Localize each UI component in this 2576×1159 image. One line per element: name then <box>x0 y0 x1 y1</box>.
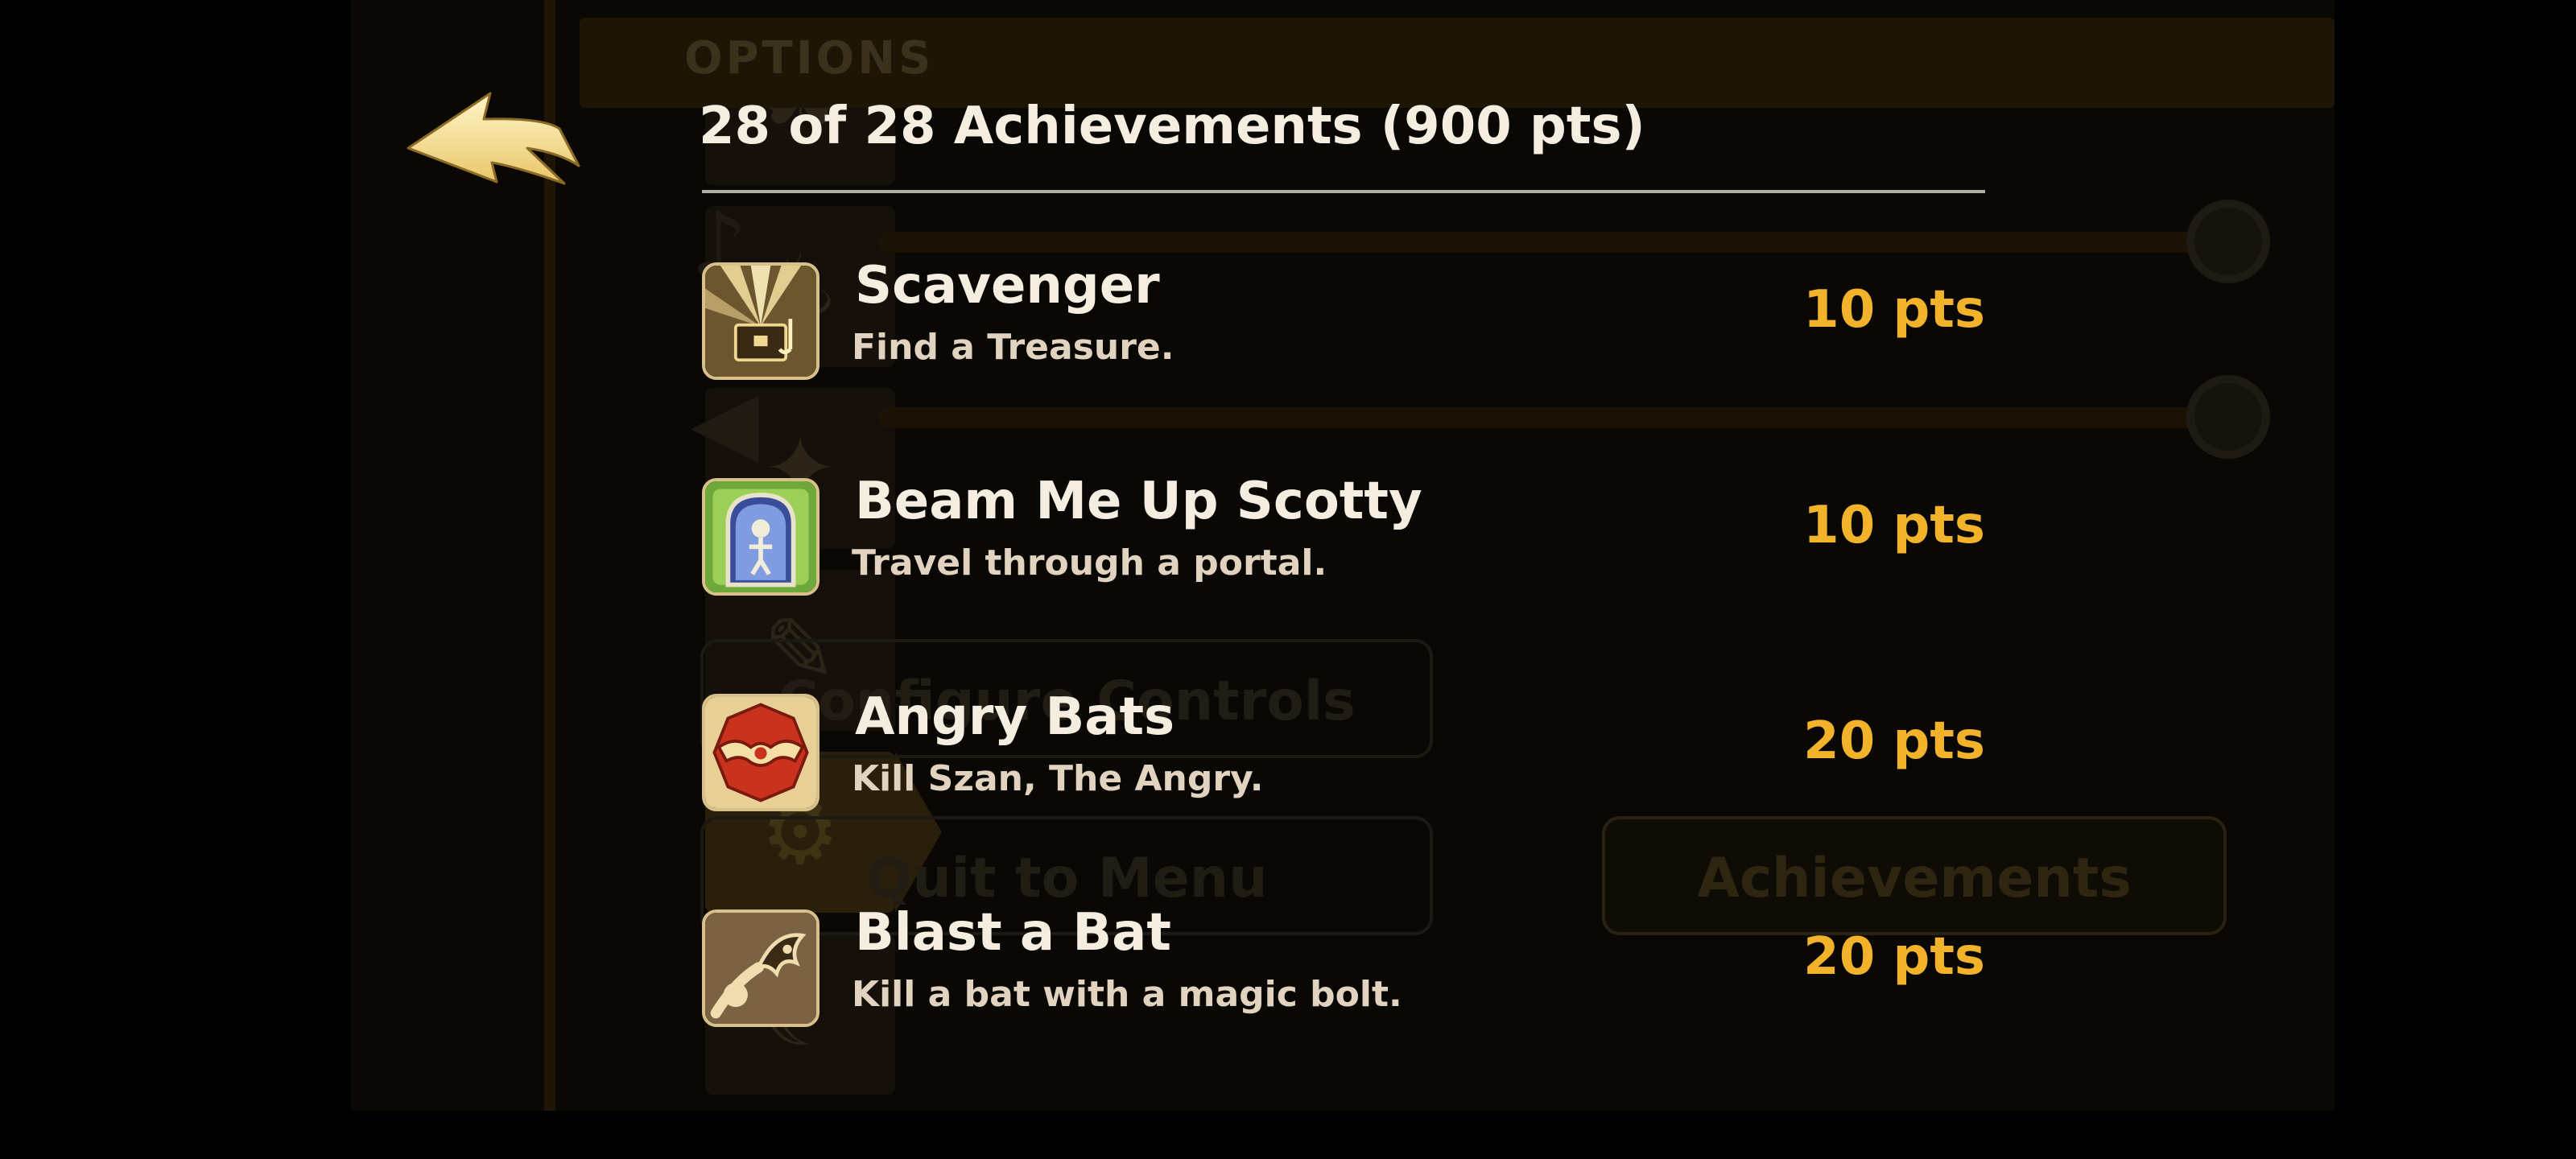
achievement-row[interactable]: Angry Bats Kill Szan, The Angry. 20 pts <box>702 687 1990 815</box>
header-divider <box>702 190 1985 193</box>
achievement-name: Beam Me Up Scotty <box>855 472 1422 531</box>
achievement-row[interactable]: Scavenger Find a Treasure. 10 pts <box>702 256 1990 383</box>
achievement-name: Angry Bats <box>855 687 1175 747</box>
achievement-row[interactable]: Blast a Bat Kill a bat with a magic bolt… <box>702 903 1990 1030</box>
achievement-description: Kill a bat with a magic bolt. <box>852 974 1402 1015</box>
achievement-points: 20 pts <box>1803 927 1985 987</box>
back-arrow-icon[interactable] <box>407 89 582 185</box>
achievement-points: 10 pts <box>1803 496 1985 555</box>
sound-volume-knob[interactable] <box>2186 375 2270 459</box>
achievement-description: Travel through a portal. <box>852 542 1327 584</box>
music-volume-slider[interactable] <box>877 232 2230 253</box>
magic-bolt-icon <box>702 909 819 1027</box>
achievements-header: 28 of 28 Achievements (900 pts) <box>699 97 1645 156</box>
music-volume-knob[interactable] <box>2186 200 2270 283</box>
achievement-name: Scavenger <box>855 256 1160 316</box>
treasure-chest-icon <box>702 262 819 380</box>
achievement-name: Blast a Bat <box>855 903 1171 963</box>
achievement-description: Find a Treasure. <box>852 327 1174 368</box>
achievement-description: Kill Szan, The Angry. <box>852 758 1264 799</box>
speaker-icon: ◀ <box>691 370 759 473</box>
bat-emblem-icon <box>702 694 819 811</box>
sound-volume-slider[interactable] <box>877 407 2230 428</box>
portal-icon <box>702 478 819 596</box>
achievement-points: 10 pts <box>1803 280 1985 340</box>
options-title: OPTIONS <box>684 32 935 85</box>
achievement-points: 20 pts <box>1803 711 1985 771</box>
achievement-row[interactable]: Beam Me Up Scotty Travel through a porta… <box>702 472 1990 599</box>
